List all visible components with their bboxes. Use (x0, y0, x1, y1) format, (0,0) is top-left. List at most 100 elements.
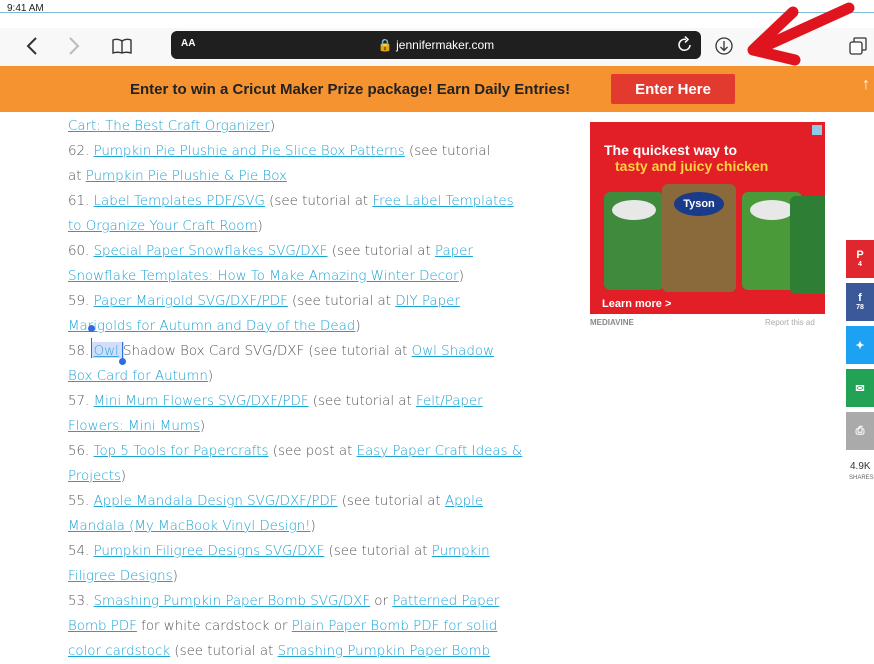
article-line: Bomb PDF for white cardstock or Plain Pa… (68, 614, 568, 639)
article-text: (see tutorial at (327, 244, 435, 259)
article-link[interactable]: Patterned Paper (392, 594, 499, 609)
article-text: (see tutorial at (287, 294, 396, 309)
article-link[interactable]: Pumpkin Pie Plushie & Pie Box (86, 169, 287, 184)
email-share-button[interactable]: ✉ (846, 369, 874, 407)
article-line: Flowers: Mini Mums) (68, 414, 568, 439)
ad-headline-line2: tasty and juicy chicken (615, 158, 769, 174)
share-total: 4.9K (850, 461, 871, 472)
domain-text: jennifermaker.com (396, 38, 495, 52)
product-bag-image (790, 196, 825, 294)
article-link[interactable]: Label Templates PDF/SVG (94, 194, 265, 209)
address-bar[interactable]: AA 🔒 jennifermaker.com (171, 31, 701, 59)
product-bag-image: Tyson (662, 184, 736, 292)
article-body: Cart: The Best Craft Organizer) 62. Pumpk… (68, 114, 568, 664)
status-divider (0, 12, 874, 13)
article-link[interactable]: Apple Mandala Design SVG/DXF/PDF (94, 494, 338, 509)
article-link[interactable]: Snowflake Templates: How To Make Amazing… (68, 269, 459, 284)
article-link[interactable]: Mandala (My MacBook Vinyl Design! (68, 519, 311, 534)
pinterest-share-button[interactable]: P 4 (846, 240, 874, 278)
article-link[interactable]: Apple (445, 494, 483, 509)
article-line: 56. Top 5 Tools for Papercrafts (see pos… (68, 439, 568, 464)
arrow-up-icon[interactable]: ↑ (862, 76, 870, 94)
article-link[interactable]: Paper (435, 244, 473, 259)
article-link[interactable]: Easy Paper Craft Ideas & (357, 444, 523, 459)
article-link[interactable]: Paper Marigold SVG/DXF/PDF (94, 294, 288, 309)
article-link[interactable]: Special Paper Snowflakes SVG/DXF (94, 244, 328, 259)
article-text: 55. (68, 494, 94, 509)
facebook-count: 78 (856, 304, 864, 311)
download-icon[interactable] (710, 34, 738, 58)
article-text: ) (199, 419, 206, 434)
article-text: 56. (68, 444, 94, 459)
article-line: 54. Pumpkin Filigree Designs SVG/DXF (se… (68, 539, 568, 564)
text-selection-highlight (91, 342, 124, 358)
article-link[interactable]: Smashing Pumpkin Paper Bomb SVG/DXF (94, 594, 370, 609)
article-link[interactable]: Pumpkin Pie Plushie and Pie Slice Box Pa… (94, 144, 405, 159)
ad-headline-line1: The quickest way to (604, 142, 738, 158)
article-link[interactable]: Flowers: Mini Mums (68, 419, 200, 434)
selection-start-handle[interactable] (91, 338, 92, 358)
article-link[interactable]: Pumpkin Filigree Designs SVG/DXF (94, 544, 325, 559)
forward-icon[interactable] (60, 34, 88, 58)
article-link[interactable]: Box Card for Autumn (68, 369, 208, 384)
article-text: ) (120, 469, 127, 484)
article-line: 62. Pumpkin Pie Plushie and Pie Slice Bo… (68, 139, 568, 164)
selection-start-knob[interactable] (88, 325, 95, 332)
adchoices-icon[interactable] (812, 125, 822, 135)
article-link[interactable]: Marigolds for Autumn and Day of the Dead (68, 319, 355, 334)
article-text: 54. (68, 544, 94, 559)
article-link[interactable]: Mini Mum Flowers SVG/DXF/PDF (94, 394, 309, 409)
article-line: Projects) (68, 464, 568, 489)
article-link[interactable]: Top 5 Tools for Papercrafts (94, 444, 269, 459)
article-text: (see tutorial at (337, 494, 445, 509)
article-link[interactable]: to Organize Your Craft Room (68, 219, 258, 234)
article-line: color cardstock (see tutorial at Smashin… (68, 639, 568, 664)
ad-cta-link[interactable]: Learn more > (602, 298, 671, 310)
print-share-button[interactable]: ⎙ (846, 412, 874, 450)
pinterest-count: 4 (858, 261, 862, 268)
report-ad-link[interactable]: Report this ad (765, 318, 815, 327)
article-text: (see tutorial at (264, 194, 373, 209)
article-link[interactable]: Projects (68, 469, 121, 484)
enter-here-button[interactable]: Enter Here (611, 74, 735, 104)
article-link[interactable]: Free Label Templates (372, 194, 513, 209)
article-link[interactable]: Filigree Designs (68, 569, 173, 584)
selection-end-knob[interactable] (119, 358, 126, 365)
facebook-share-button[interactable]: f 78 (846, 283, 874, 321)
status-bar: 9:41 AM (0, 0, 874, 28)
article-text: ) (172, 569, 178, 584)
back-icon[interactable] (18, 34, 46, 58)
bookmarks-icon[interactable] (108, 34, 136, 58)
article-link[interactable]: Smashing Pumpkin Paper Bomb (278, 644, 490, 659)
article-text: 61. (68, 194, 94, 209)
article-text: ) (269, 119, 276, 134)
url-display[interactable]: 🔒 jennifermaker.com (171, 38, 701, 52)
article-link[interactable]: Owl Shadow (412, 344, 494, 359)
article-link[interactable]: color cardstock (68, 644, 170, 659)
article-line: at Pumpkin Pie Plushie & Pie Box (68, 164, 568, 189)
promo-message: Enter to win a Cricut Maker Prize packag… (130, 81, 571, 98)
brand-logo: Tyson (674, 192, 724, 216)
article-line: 55. Apple Mandala Design SVG/DXF/PDF (se… (68, 489, 568, 514)
article-text: 62. (68, 144, 94, 159)
article-link[interactable]: DIY Paper (395, 294, 460, 309)
article-link[interactable]: Plain Paper Bomb PDF for solid (292, 619, 498, 634)
article-link[interactable]: Pumpkin (432, 544, 490, 559)
article-text: 60. (68, 244, 94, 259)
twitter-share-button[interactable]: ✦ (846, 326, 874, 364)
ad-network-label: MEDIAVINE (590, 318, 634, 327)
advertisement[interactable]: The quickest way to tasty and juicy chic… (590, 122, 825, 314)
article-link[interactable]: Bomb PDF (68, 619, 137, 634)
article-link[interactable]: Felt/Paper (416, 394, 483, 409)
article-text: Shadow Box Card SVG/DXF (see tutorial at (118, 344, 412, 359)
print-icon: ⎙ (855, 424, 865, 437)
promo-banner: Enter to win a Cricut Maker Prize packag… (0, 66, 874, 112)
article-text: 57. (68, 394, 94, 409)
article-line: 53. Smashing Pumpkin Paper Bomb SVG/DXF … (68, 589, 568, 614)
product-bag-image (604, 192, 664, 290)
article-text: 58. (68, 344, 94, 359)
reload-icon[interactable] (677, 35, 693, 58)
facebook-icon: f (858, 292, 862, 304)
article-link[interactable]: Cart: The Best Craft Organizer (68, 119, 270, 134)
article-line: Mandala (My MacBook Vinyl Design!) (68, 514, 568, 539)
